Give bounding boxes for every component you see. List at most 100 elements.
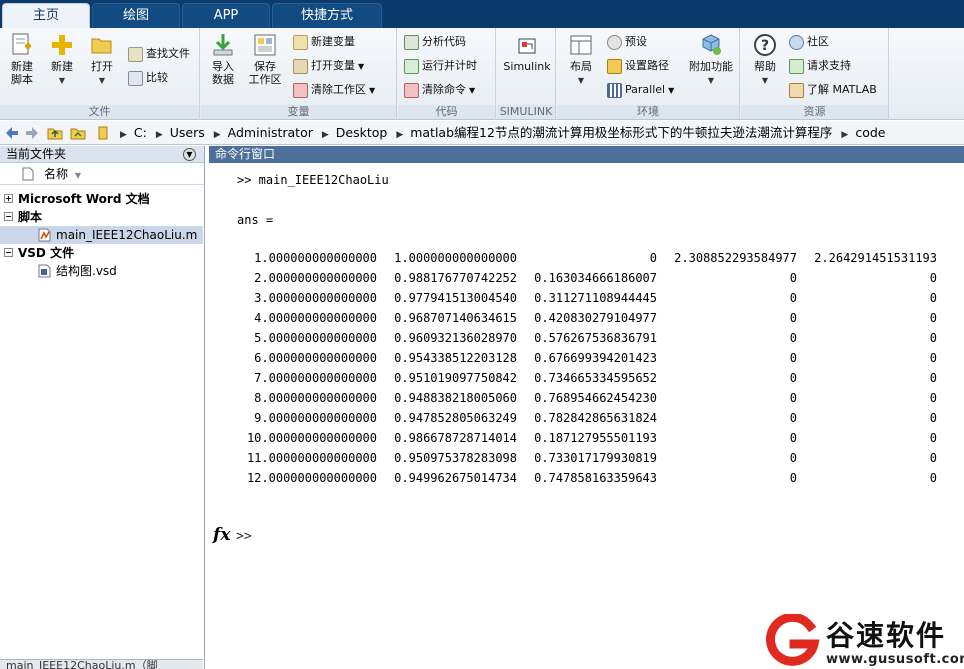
file-group: 新建 脚本 新建 ▼ 打开 ▼ 查找文件 比较 文件	[0, 28, 200, 120]
forward-arrow-icon[interactable]	[24, 125, 40, 141]
save-workspace-button[interactable]: 保存 工作区	[245, 32, 285, 86]
new-variable-icon	[293, 34, 308, 50]
matrix-cell: 0	[789, 411, 797, 425]
browse-folder-icon[interactable]	[70, 125, 86, 141]
matrix-cell: 0.988176770742252	[394, 271, 517, 285]
tree-group-word[interactable]: + Microsoft Word 文档	[0, 190, 203, 208]
new-variable-label: 新建变量	[311, 35, 355, 48]
file-item-label: 结构图.vsd	[56, 264, 117, 278]
address-bar: ▶ C: ▶ Users ▶ Administrator ▶ Desktop ▶…	[0, 121, 964, 145]
breadcrumb-item[interactable]: matlab编程12节点的潮流计算用极坐标形式下的牛顿拉夫逊法潮流计算程序	[410, 125, 832, 140]
open-button[interactable]: 打开 ▼	[82, 32, 122, 87]
matrix-cell: 5.000000000000000	[254, 331, 377, 345]
request-support-button[interactable]: 请求支持	[789, 56, 851, 76]
tab-apps[interactable]: APP	[182, 3, 270, 28]
set-path-icon	[607, 58, 622, 74]
matrix-cell: 0.960932136028970	[394, 331, 517, 345]
matrix-cell: 2.000000000000000	[254, 271, 377, 285]
request-support-icon	[789, 58, 804, 74]
matrix-cell: 0	[929, 391, 937, 405]
file-item-main-script[interactable]: main_IEEE12ChaoLiu.m	[0, 226, 203, 244]
svg-text:?: ?	[761, 38, 769, 54]
command-window[interactable]: 命令行窗口 >> main_IEEE12ChaoLiu ans = 1.0000…	[209, 146, 964, 669]
preferences-label: 预设	[625, 35, 647, 48]
learn-matlab-icon	[789, 82, 804, 98]
expand-icon[interactable]: +	[4, 194, 13, 203]
current-folder-title-text: 当前文件夹	[6, 147, 67, 161]
breadcrumb-item[interactable]: Desktop	[336, 125, 388, 140]
simulink-label: Simulink	[503, 60, 551, 73]
tab-plots[interactable]: 绘图	[92, 3, 180, 28]
find-files-button[interactable]: 查找文件	[128, 44, 190, 64]
clear-workspace-label: 清除工作区	[311, 83, 366, 96]
up-folder-icon[interactable]	[47, 125, 63, 141]
parallel-button[interactable]: Parallel ▼	[607, 80, 674, 100]
collapse-icon[interactable]: −	[4, 212, 13, 221]
matrix-cell: 0.977941513004540	[394, 291, 517, 305]
layout-button[interactable]: 布局 ▼	[561, 32, 601, 87]
open-variable-button[interactable]: 打开变量 ▼	[293, 56, 364, 76]
compare-button[interactable]: 比较	[128, 68, 168, 88]
help-button[interactable]: ? 帮助 ▼	[745, 32, 785, 87]
pane-menu-icon[interactable]: ▼	[183, 148, 196, 161]
plus-icon	[52, 35, 72, 55]
analyze-code-button[interactable]: 分析代码	[404, 32, 466, 52]
addons-icon	[702, 34, 721, 55]
matrix-cell: 0	[789, 271, 797, 285]
matrix-cell: 0	[929, 431, 937, 445]
breadcrumb-item[interactable]: C:	[134, 125, 147, 140]
command-prompt[interactable]: >>	[236, 529, 252, 544]
tree-group-scripts[interactable]: − 脚本	[0, 208, 203, 226]
addons-label: 附加功能	[689, 60, 733, 73]
tab-home[interactable]: 主页	[2, 3, 90, 29]
addons-button[interactable]: 附加功能 ▼	[685, 32, 737, 87]
learn-matlab-label: 了解 MATLAB	[807, 83, 877, 96]
file-group-label: 文件	[0, 105, 199, 119]
chevron-right-icon: ▶	[155, 130, 163, 140]
run-time-icon	[404, 58, 419, 74]
clear-commands-button[interactable]: 清除命令 ▼	[404, 80, 475, 100]
matrix-cell: 0.986678728714014	[394, 431, 517, 445]
new-script-button[interactable]: 新建 脚本	[2, 32, 42, 86]
new-variable-button[interactable]: 新建变量	[293, 32, 355, 52]
collapse-icon[interactable]: −	[4, 248, 13, 257]
set-path-button[interactable]: 设置路径	[607, 56, 669, 76]
parallel-label: Parallel	[625, 83, 666, 96]
clear-commands-icon	[404, 82, 419, 98]
column-header[interactable]: 名称 ▼	[0, 163, 204, 185]
run-and-time-button[interactable]: 运行并计时	[404, 56, 477, 76]
simulink-button[interactable]: Simulink	[499, 32, 555, 73]
function-browser-icon[interactable]: fx	[213, 525, 230, 545]
matrix-cell: 0.968707140634615	[394, 311, 517, 325]
tree-group-vsd[interactable]: − VSD 文件	[0, 244, 203, 262]
file-item-label: main_IEEE12ChaoLiu.m	[56, 228, 198, 242]
learn-matlab-button[interactable]: 了解 MATLAB	[789, 80, 877, 100]
ans-label: ans =	[237, 213, 274, 227]
community-button[interactable]: 社区	[789, 32, 829, 52]
save-workspace-icon	[254, 34, 276, 56]
tab-shortcuts[interactable]: 快捷方式	[272, 3, 382, 28]
compare-label: 比较	[146, 71, 168, 84]
clear-workspace-button[interactable]: 清除工作区 ▼	[293, 80, 375, 100]
chevron-right-icon: ▶	[396, 130, 404, 140]
matrix-cell: 11.000000000000000	[246, 451, 377, 465]
matrix-cell: 0	[789, 391, 797, 405]
matrix-cell: 0	[929, 411, 937, 425]
folder-icon	[98, 126, 108, 140]
new-script-label: 新建 脚本	[11, 60, 33, 86]
breadcrumb-item[interactable]: Administrator	[228, 125, 313, 140]
matrix-cell: 0.950975378283098	[394, 451, 517, 465]
matrix-cell: 0	[929, 331, 937, 345]
code-group: 分析代码 运行并计时 清除命令 ▼ 代码	[398, 28, 496, 120]
file-details-bar[interactable]: main_IEEE12ChaoLiu.m（脚	[0, 659, 203, 669]
breadcrumb-item[interactable]: code	[855, 125, 885, 140]
preferences-button[interactable]: 预设	[607, 32, 647, 52]
file-item-vsd[interactable]: 结构图.vsd	[0, 262, 203, 280]
import-data-button[interactable]: 导入 数据	[203, 32, 243, 86]
back-arrow-icon[interactable]	[4, 125, 20, 141]
command-window-output[interactable]: >> main_IEEE12ChaoLiu ans = 1.0000000000…	[209, 163, 964, 669]
new-button[interactable]: 新建 ▼	[42, 32, 82, 87]
gususoft-logo-icon	[766, 614, 820, 666]
breadcrumb-item[interactable]: Users	[170, 125, 205, 140]
matrix-cell: 0	[929, 371, 937, 385]
